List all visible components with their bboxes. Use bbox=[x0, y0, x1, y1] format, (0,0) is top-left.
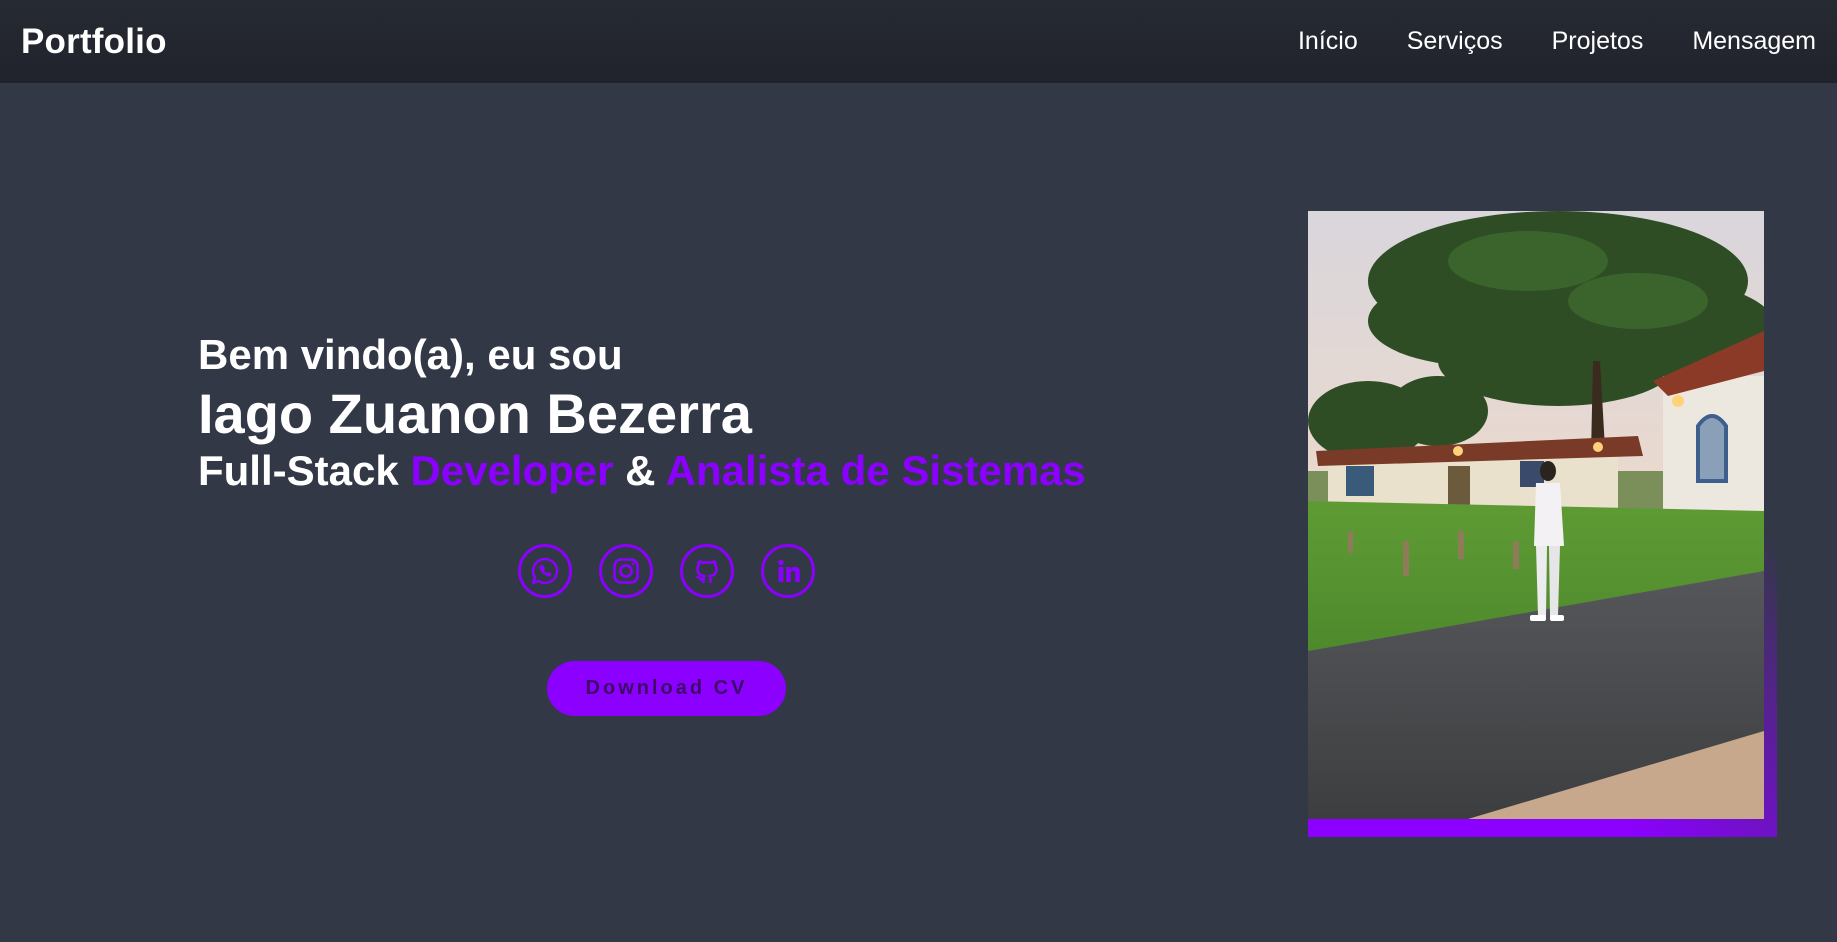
role-analyst: Analista de Sistemas bbox=[665, 447, 1086, 494]
profile-photo-illustration bbox=[1308, 211, 1764, 819]
main-nav: Início Serviços Projetos Mensagem bbox=[1298, 27, 1816, 56]
github-link[interactable] bbox=[680, 544, 734, 598]
nav-link-mensagem[interactable]: Mensagem bbox=[1692, 27, 1816, 56]
nav-link-inicio[interactable]: Início bbox=[1298, 27, 1358, 56]
github-icon bbox=[696, 560, 718, 584]
person-name: Iago Zuanon Bezerra bbox=[198, 382, 752, 445]
role-text: Full-Stack Developer & Analista de Siste… bbox=[198, 446, 1086, 496]
download-cv-button[interactable]: Download CV bbox=[547, 661, 786, 716]
whatsapp-icon bbox=[531, 557, 559, 585]
whatsapp-link[interactable] bbox=[518, 544, 572, 598]
profile-photo bbox=[1308, 211, 1764, 819]
greeting-text: Bem vindo(a), eu sou bbox=[198, 331, 623, 378]
nav-link-projetos[interactable]: Projetos bbox=[1552, 27, 1644, 56]
linkedin-link[interactable] bbox=[761, 544, 815, 598]
social-links bbox=[518, 544, 815, 598]
top-navbar: Portfolio Início Serviços Projetos Mensa… bbox=[0, 0, 1837, 83]
linkedin-icon bbox=[778, 559, 800, 582]
hero-text: Bem vindo(a), eu sou Iago Zuanon Bezerra… bbox=[198, 330, 1086, 496]
instagram-link[interactable] bbox=[599, 544, 653, 598]
nav-link-servicos[interactable]: Serviços bbox=[1407, 27, 1503, 56]
role-ampersand: & bbox=[613, 447, 666, 494]
role-prefix: Full-Stack bbox=[198, 447, 411, 494]
role-developer: Developer bbox=[410, 447, 614, 494]
logo-link[interactable]: Portfolio bbox=[21, 22, 167, 62]
instagram-icon bbox=[613, 558, 639, 584]
